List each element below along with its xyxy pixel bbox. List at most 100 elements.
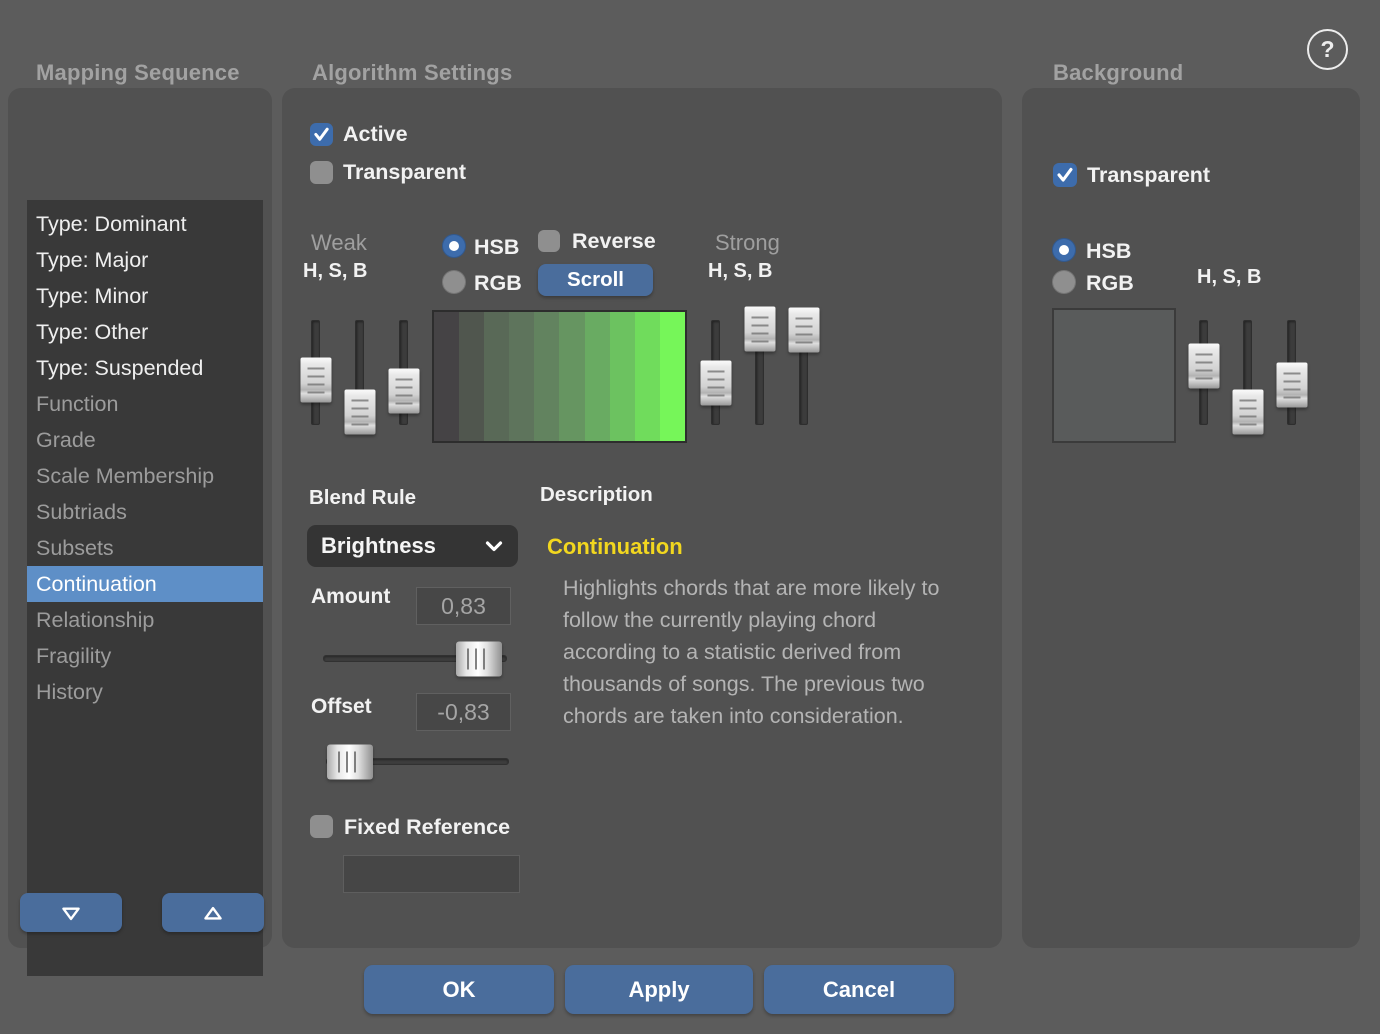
hsb-radio-label: HSB [474, 235, 519, 260]
vertical-slider-thumb[interactable] [1232, 389, 1263, 434]
amount-label: Amount [311, 585, 390, 609]
vertical-slider-thumb[interactable] [788, 308, 819, 353]
radio-dot-icon [1059, 245, 1069, 255]
rgb-radio[interactable] [442, 270, 466, 294]
algorithm-settings-title: Algorithm Settings [312, 60, 512, 86]
vertical-slider-thumb[interactable] [1276, 362, 1307, 407]
transparent-checkbox[interactable] [310, 161, 333, 184]
list-item-history[interactable]: History [27, 674, 263, 710]
active-checkbox[interactable] [310, 123, 333, 146]
list-item-subsets[interactable]: Subsets [27, 530, 263, 566]
check-icon [311, 123, 332, 145]
list-item-fragility[interactable]: Fragility [27, 638, 263, 674]
scroll-button[interactable]: Scroll [538, 264, 653, 296]
move-up-button[interactable] [162, 893, 264, 932]
reverse-label: Reverse [572, 229, 656, 254]
amount-value-field[interactable]: 0,83 [416, 587, 511, 625]
vertical-slider-thumb[interactable] [344, 389, 375, 434]
fixed-reference-label: Fixed Reference [344, 815, 510, 840]
vertical-slider-track[interactable] [711, 320, 720, 425]
check-icon [1054, 163, 1076, 186]
bg-transparent-checkbox[interactable] [1053, 163, 1077, 187]
vertical-slider-track[interactable] [1243, 320, 1252, 425]
reverse-checkbox[interactable] [538, 230, 560, 252]
strong-hsb-label: H, S, B [708, 260, 772, 283]
gradient-band [635, 312, 660, 441]
list-item-subtriads[interactable]: Subtriads [27, 494, 263, 530]
fixed-reference-checkbox[interactable] [310, 815, 333, 838]
bg-transparent-label: Transparent [1087, 163, 1210, 188]
offset-label: Offset [311, 695, 372, 719]
move-down-button[interactable] [20, 893, 122, 932]
vertical-slider-thumb[interactable] [700, 360, 731, 405]
strong-sliders [711, 320, 808, 425]
slider-handle[interactable] [327, 744, 373, 779]
fixed-reference-field[interactable] [343, 855, 520, 893]
apply-button[interactable]: Apply [565, 965, 753, 1014]
mapping-sequence-title: Mapping Sequence [36, 60, 240, 86]
bg-hsb-radio[interactable] [1052, 238, 1076, 262]
vertical-slider-track[interactable] [799, 320, 808, 425]
strong-label: Strong [715, 230, 780, 256]
blend-rule-label: Blend Rule [309, 486, 416, 510]
amount-slider[interactable] [323, 641, 507, 676]
vertical-slider-track[interactable] [355, 320, 364, 425]
gradient-band [610, 312, 635, 441]
list-item-type-suspended[interactable]: Type: Suspended [27, 350, 263, 386]
hsb-radio[interactable] [442, 234, 466, 258]
list-item-type-dominant[interactable]: Type: Dominant [27, 206, 263, 242]
list-item-scale-membership[interactable]: Scale Membership [27, 458, 263, 494]
vertical-slider-thumb[interactable] [300, 357, 331, 402]
gradient-band [559, 312, 584, 441]
vertical-slider-thumb[interactable] [744, 307, 775, 352]
color-gradient-strip [432, 310, 687, 443]
gradient-band [484, 312, 509, 441]
background-title: Background [1053, 60, 1183, 86]
vertical-slider-track[interactable] [1199, 320, 1208, 425]
rgb-radio-label: RGB [474, 271, 522, 296]
weak-label: Weak [311, 230, 367, 256]
background-sliders [1199, 320, 1296, 425]
list-item-relationship[interactable]: Relationship [27, 602, 263, 638]
chevron-down-icon [482, 534, 506, 558]
description-label: Description [540, 483, 653, 507]
vertical-slider-thumb[interactable] [1188, 344, 1219, 389]
list-item-type-other[interactable]: Type: Other [27, 314, 263, 350]
algorithm-settings-panel: Active Transparent Weak H, S, B HSB RGB … [282, 88, 1002, 948]
vertical-slider-thumb[interactable] [388, 369, 419, 414]
description-body: Highlights chords that are more likely t… [563, 572, 975, 732]
vertical-slider-track[interactable] [311, 320, 320, 425]
help-icon[interactable]: ? [1307, 29, 1348, 70]
ok-button[interactable]: OK [364, 965, 554, 1014]
gradient-band [509, 312, 534, 441]
vertical-slider-track[interactable] [755, 320, 764, 425]
slider-handle[interactable] [456, 641, 502, 676]
vertical-slider-track[interactable] [399, 320, 408, 425]
list-item-type-minor[interactable]: Type: Minor [27, 278, 263, 314]
gradient-band [459, 312, 484, 441]
blend-rule-dropdown[interactable]: Brightness [307, 525, 518, 567]
list-item-function[interactable]: Function [27, 386, 263, 422]
list-item-type-major[interactable]: Type: Major [27, 242, 263, 278]
offset-value-field[interactable]: -0,83 [416, 693, 511, 731]
mapping-sequence-panel: Type: DominantType: MajorType: MinorType… [8, 88, 272, 948]
radio-dot-icon [449, 241, 459, 251]
offset-slider[interactable] [326, 744, 509, 779]
weak-hsb-label: H, S, B [303, 260, 367, 283]
list-item-grade[interactable]: Grade [27, 422, 263, 458]
active-label: Active [343, 122, 408, 147]
background-color-swatch [1052, 308, 1176, 443]
gradient-band [585, 312, 610, 441]
triangle-down-icon [58, 900, 84, 926]
gradient-band [434, 312, 459, 441]
list-item-continuation[interactable]: Continuation [27, 566, 263, 602]
cancel-button[interactable]: Cancel [764, 965, 954, 1014]
mapping-list: Type: DominantType: MajorType: MinorType… [27, 200, 263, 976]
bg-rgb-radio-label: RGB [1086, 271, 1134, 296]
bg-rgb-radio[interactable] [1052, 270, 1076, 294]
settings-dialog: ? Mapping Sequence Algorithm Settings Ba… [0, 0, 1380, 1034]
transparent-label: Transparent [343, 160, 466, 185]
background-panel: Transparent HSB RGB H, S, B [1022, 88, 1360, 948]
vertical-slider-track[interactable] [1287, 320, 1296, 425]
blend-rule-value: Brightness [321, 533, 482, 559]
